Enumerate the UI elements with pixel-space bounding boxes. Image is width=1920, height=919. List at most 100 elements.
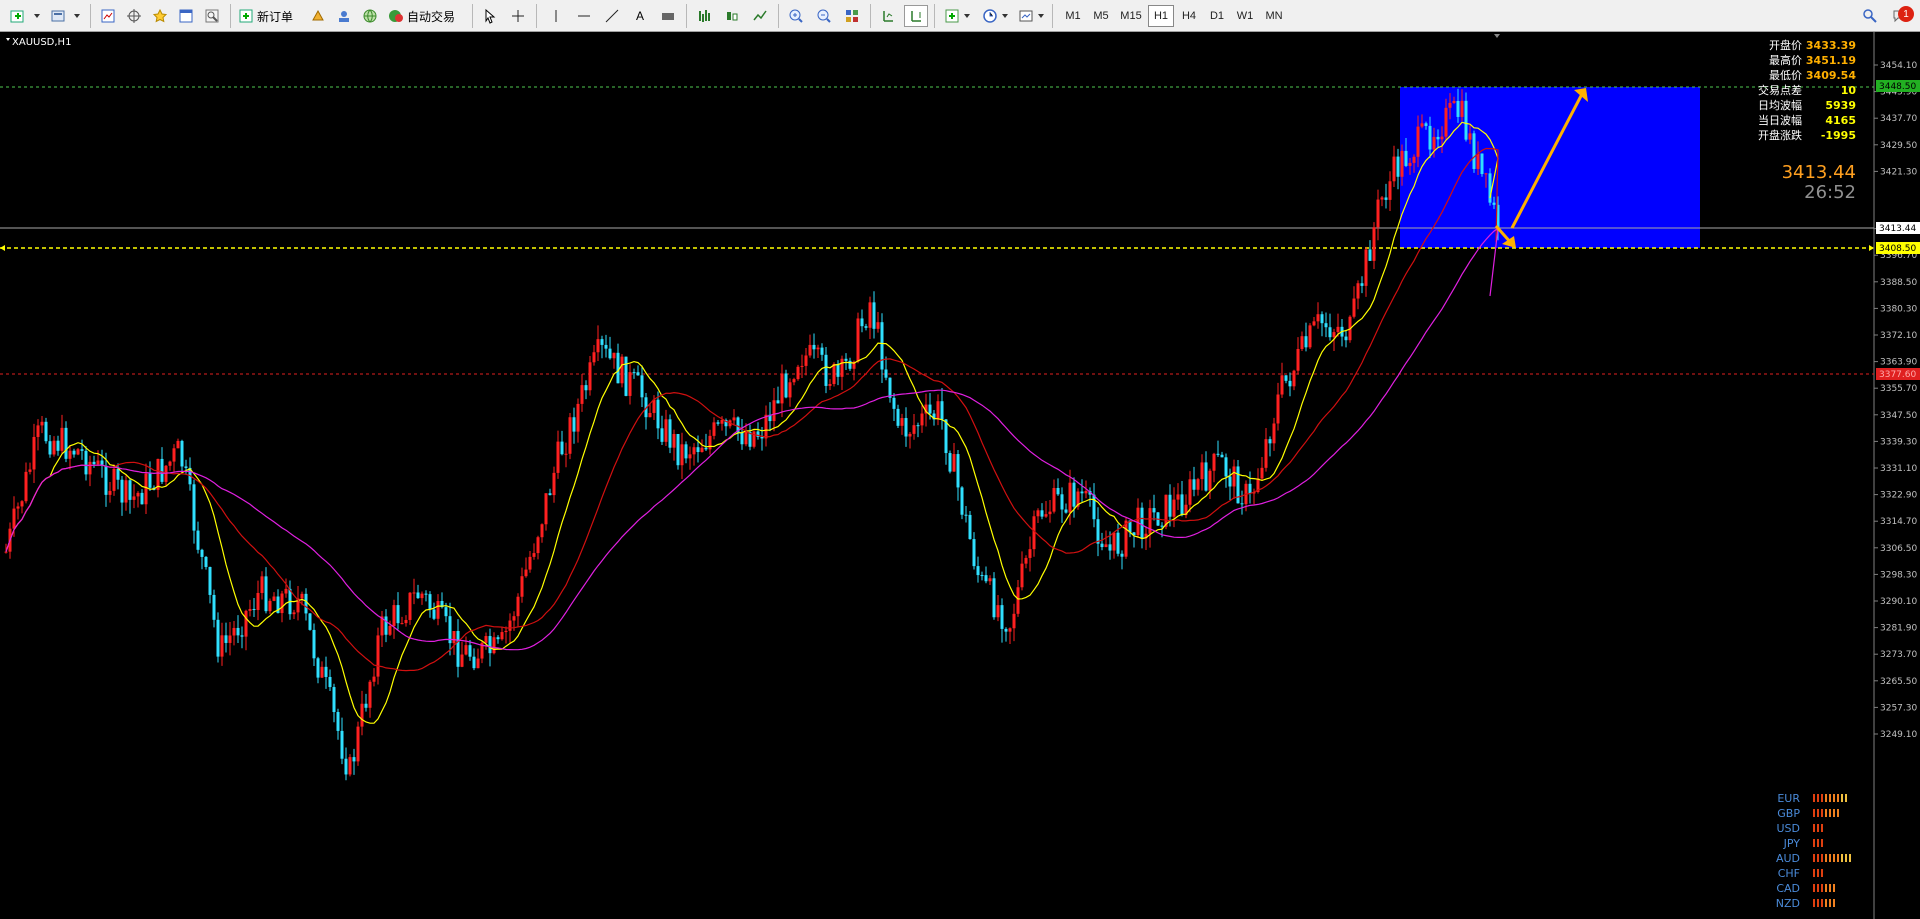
candle-body [1428,125,1432,150]
candle-body [1276,394,1280,424]
chevron-down-icon[interactable] [72,5,82,27]
price-tick-label: 3281.90 [1880,624,1917,634]
candle-body [1180,494,1184,516]
candle-body [892,397,896,409]
info-value: 5939 [1825,99,1856,112]
favorites-icon[interactable] [148,5,172,27]
new-chart-icon[interactable] [6,5,30,27]
zoom-in-icon[interactable] [784,5,808,27]
chevron-down-icon[interactable] [1000,5,1010,27]
line-chart-icon[interactable] [748,5,772,27]
cursor-icon[interactable] [478,5,502,27]
timeframe-m15-button[interactable]: M15 [1116,5,1146,27]
candle-body [248,608,252,611]
chevron-down-icon[interactable] [962,5,972,27]
trendline-icon[interactable] [600,5,624,27]
auto-trading-label: 自动交易 [407,9,456,24]
candle-body [596,339,600,353]
candle-body [648,412,652,418]
candle-body [416,592,420,599]
candle-body [1112,532,1116,551]
candlestick-icon[interactable] [720,5,744,27]
candle-body [540,524,544,538]
candle-body [496,637,500,640]
candle-body [284,588,288,594]
price-tick-label: 3380.30 [1880,304,1917,314]
strength-bar [1833,884,1835,892]
profiles-icon[interactable] [46,5,70,27]
candle-body [192,484,196,531]
candle-body [952,454,956,472]
market-watch-icon[interactable] [96,5,120,27]
bar-chart-icon[interactable] [692,5,716,27]
indicators-icon[interactable] [940,5,964,27]
navigator-icon[interactable] [122,5,146,27]
red-level-tag: 3377.60 [1876,368,1920,380]
support-level-label: 3408.50 [1879,244,1916,254]
candle-body [808,344,812,356]
periods-clock-icon[interactable] [978,5,1002,27]
candle-body [916,425,920,427]
terminal-icon[interactable] [174,5,198,27]
candle-body [1152,508,1156,513]
candle-body [1308,325,1312,348]
signals-icon[interactable] [306,5,330,27]
chevron-down-icon[interactable] [32,5,42,27]
crosshair-icon[interactable] [506,5,530,27]
timeframe-m1-button[interactable]: M1 [1060,5,1086,27]
text-icon[interactable]: A [628,5,652,27]
candle-body [620,356,624,384]
candle-body [564,453,568,455]
chart-shift-icon[interactable] [876,5,900,27]
candle-body [868,302,872,328]
timeframe-w1-button[interactable]: W1 [1232,5,1258,27]
candle-body [1280,375,1284,395]
candle-body [232,627,236,636]
tile-windows-icon[interactable] [840,5,864,27]
notifications-button[interactable]: 1 [1884,5,1914,27]
candle-body [244,610,248,637]
candle-body [1284,375,1288,381]
candle-body [1260,467,1264,479]
search-icon[interactable] [1858,5,1882,27]
timeframe-d1-button[interactable]: D1 [1204,5,1230,27]
candle-body [340,730,344,759]
globe-icon[interactable] [358,5,382,27]
info-label: 最高价 [1769,53,1802,67]
templates-icon[interactable] [1014,5,1038,27]
timeframe-h4-button[interactable]: H4 [1176,5,1202,27]
strength-bar [1821,899,1823,907]
candle-body [1176,494,1180,500]
strategy-tester-icon[interactable] [200,5,224,27]
candle-body [1116,532,1120,554]
symbol-label: XAUUSD,H1 [12,37,71,48]
candle-body [1108,544,1112,551]
auto-trading-button[interactable]: 自动交易 [388,5,466,27]
candle-body [1356,283,1360,299]
timeframe-h1-button[interactable]: H1 [1148,5,1174,27]
horizontal-line-icon[interactable] [572,5,596,27]
chevron-down-icon[interactable] [1036,5,1046,27]
candle-body [344,758,348,775]
expert-user-icon[interactable] [332,5,356,27]
candle-body [304,593,308,614]
candle-body [12,508,16,529]
candle-body [1204,462,1208,491]
candle-body [488,636,492,654]
zoom-out-icon[interactable] [812,5,836,27]
price-chart[interactable]: XAUUSD,H1 3454.103445.903437.703429.5034… [0,32,1920,919]
label-icon[interactable] [656,5,680,27]
candle-body [968,514,972,540]
timeframe-m5-button[interactable]: M5 [1088,5,1114,27]
candle-body [264,576,268,612]
candle-body [560,441,564,455]
strength-bar [1821,794,1823,802]
candle-body [272,596,276,601]
vertical-line-icon[interactable] [544,5,568,27]
auto-scroll-icon[interactable] [904,5,928,27]
new-order-button[interactable]: 新订单 [238,5,302,27]
timeframe-mn-button[interactable]: MN [1260,5,1288,27]
candle-body [60,427,64,451]
candle-body [544,493,548,525]
candle-body [676,433,680,466]
